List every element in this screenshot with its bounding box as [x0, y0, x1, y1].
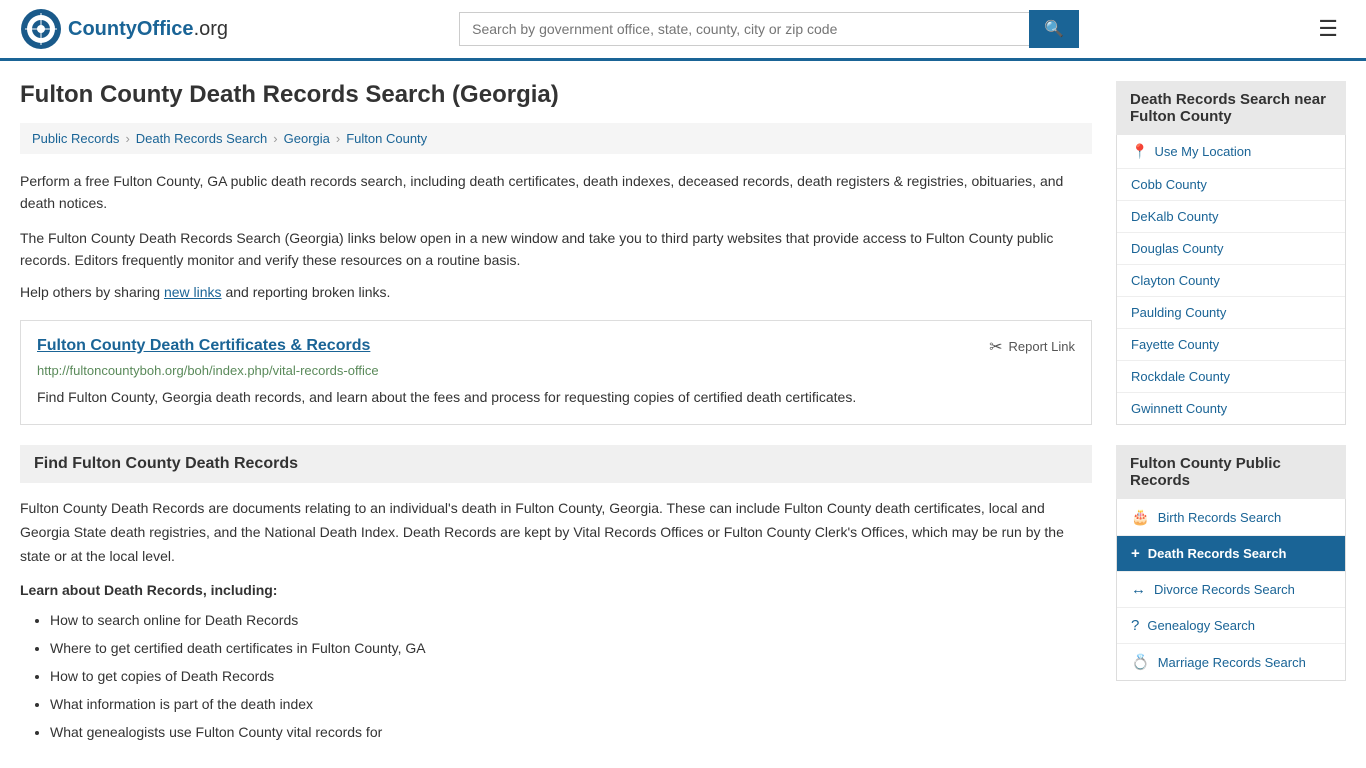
header: CountyOffice.org 🔍 ☰ — [0, 0, 1366, 61]
learn-list-item: What genealogists use Fulton County vita… — [50, 718, 1092, 746]
page-title: Fulton County Death Records Search (Geor… — [20, 81, 1092, 109]
main-layout: Fulton County Death Records Search (Geor… — [0, 61, 1366, 766]
breadcrumb-sep-3: › — [336, 131, 340, 146]
record-url[interactable]: http://fultoncountyboh.org/boh/index.php… — [37, 363, 1075, 378]
sidebar-record-item-birth-records-search[interactable]: 🎂 Birth Records Search — [1117, 499, 1345, 536]
intro-paragraph-1: Perform a free Fulton County, GA public … — [20, 170, 1092, 215]
sidebar-nearby-title: Death Records Search near Fulton County — [1116, 81, 1346, 135]
sidebar-item-paulding-county[interactable]: Paulding County — [1117, 297, 1345, 329]
search-area: 🔍 — [459, 10, 1079, 48]
learn-list-item: Where to get certified death certificate… — [50, 634, 1092, 662]
logo[interactable]: CountyOffice.org — [20, 8, 228, 50]
record-icon: 💍 — [1131, 653, 1150, 671]
find-section: Find Fulton County Death Records Fulton … — [20, 445, 1092, 746]
sidebar-record-item-death-records-search[interactable]: + Death Records Search — [1117, 536, 1345, 572]
find-section-text: Fulton County Death Records are document… — [20, 497, 1092, 568]
breadcrumb: Public Records › Death Records Search › … — [20, 123, 1092, 154]
help-text: Help others by sharing new links and rep… — [20, 284, 1092, 300]
sidebar: Death Records Search near Fulton County … — [1116, 81, 1346, 746]
record-icon: + — [1131, 545, 1140, 562]
record-label: Birth Records Search — [1158, 510, 1282, 525]
breadcrumb-sep-1: › — [125, 131, 129, 146]
new-links-link[interactable]: new links — [164, 284, 222, 300]
learn-title: Learn about Death Records, including: — [20, 582, 1092, 598]
sidebar-item-rockdale-county[interactable]: Rockdale County — [1117, 361, 1345, 393]
sidebar-item-cobb-county[interactable]: Cobb County — [1117, 169, 1345, 201]
sidebar-item-douglas-county[interactable]: Douglas County — [1117, 233, 1345, 265]
sidebar-item-use-location[interactable]: 📍 Use My Location — [1117, 135, 1345, 169]
public-records-list: 🎂 Birth Records Search + Death Records Sear… — [1116, 499, 1346, 681]
report-link-button[interactable]: ✂ Report Link — [989, 337, 1075, 357]
record-label: Death Records Search — [1148, 546, 1287, 561]
learn-list-item: What information is part of the death in… — [50, 690, 1092, 718]
record-icon: ? — [1131, 617, 1139, 634]
sidebar-public-records-title: Fulton County Public Records — [1116, 445, 1346, 499]
learn-list-item: How to get copies of Death Records — [50, 662, 1092, 690]
find-section-header: Find Fulton County Death Records — [20, 445, 1092, 483]
menu-button[interactable]: ☰ — [1310, 12, 1346, 46]
sidebar-item-gwinnett-county[interactable]: Gwinnett County — [1117, 393, 1345, 424]
breadcrumb-sep-2: › — [273, 131, 277, 146]
breadcrumb-georgia[interactable]: Georgia — [284, 131, 330, 146]
breadcrumb-public-records[interactable]: Public Records — [32, 131, 119, 146]
sidebar-record-item-marriage-records-search[interactable]: 💍 Marriage Records Search — [1117, 644, 1345, 680]
record-label: Genealogy Search — [1147, 618, 1255, 633]
record-title[interactable]: Fulton County Death Certificates & Recor… — [37, 337, 370, 355]
hamburger-icon: ☰ — [1318, 16, 1338, 41]
sidebar-record-item-genealogy-search[interactable]: ? Genealogy Search — [1117, 608, 1345, 644]
record-label: Divorce Records Search — [1154, 582, 1295, 597]
sidebar-item-fayette-county[interactable]: Fayette County — [1117, 329, 1345, 361]
scissors-icon: ✂ — [989, 337, 1002, 357]
breadcrumb-death-records[interactable]: Death Records Search — [136, 131, 268, 146]
location-icon: 📍 — [1131, 143, 1148, 160]
sidebar-item-dekalb-county[interactable]: DeKalb County — [1117, 201, 1345, 233]
record-description: Find Fulton County, Georgia death record… — [37, 386, 1075, 408]
record-icon: 🎂 — [1131, 508, 1150, 526]
nearby-counties-list: 📍 Use My Location Cobb CountyDeKalb Coun… — [1116, 135, 1346, 425]
sidebar-item-clayton-county[interactable]: Clayton County — [1117, 265, 1345, 297]
record-label: Marriage Records Search — [1158, 655, 1306, 670]
breadcrumb-fulton-county[interactable]: Fulton County — [346, 131, 427, 146]
record-header: Fulton County Death Certificates & Recor… — [37, 337, 1075, 357]
learn-list: How to search online for Death RecordsWh… — [20, 606, 1092, 746]
logo-icon — [20, 8, 62, 50]
record-icon: ↔ — [1131, 581, 1146, 598]
sidebar-record-item-divorce-records-search[interactable]: ↔ Divorce Records Search — [1117, 572, 1345, 608]
learn-list-item: How to search online for Death Records — [50, 606, 1092, 634]
content-area: Fulton County Death Records Search (Geor… — [20, 81, 1092, 746]
search-button[interactable]: 🔍 — [1029, 10, 1079, 48]
logo-text: CountyOffice.org — [68, 18, 228, 41]
record-entry: Fulton County Death Certificates & Recor… — [20, 320, 1092, 425]
search-icon: 🔍 — [1044, 21, 1064, 38]
intro-paragraph-2: The Fulton County Death Records Search (… — [20, 227, 1092, 272]
search-input[interactable] — [459, 12, 1029, 46]
